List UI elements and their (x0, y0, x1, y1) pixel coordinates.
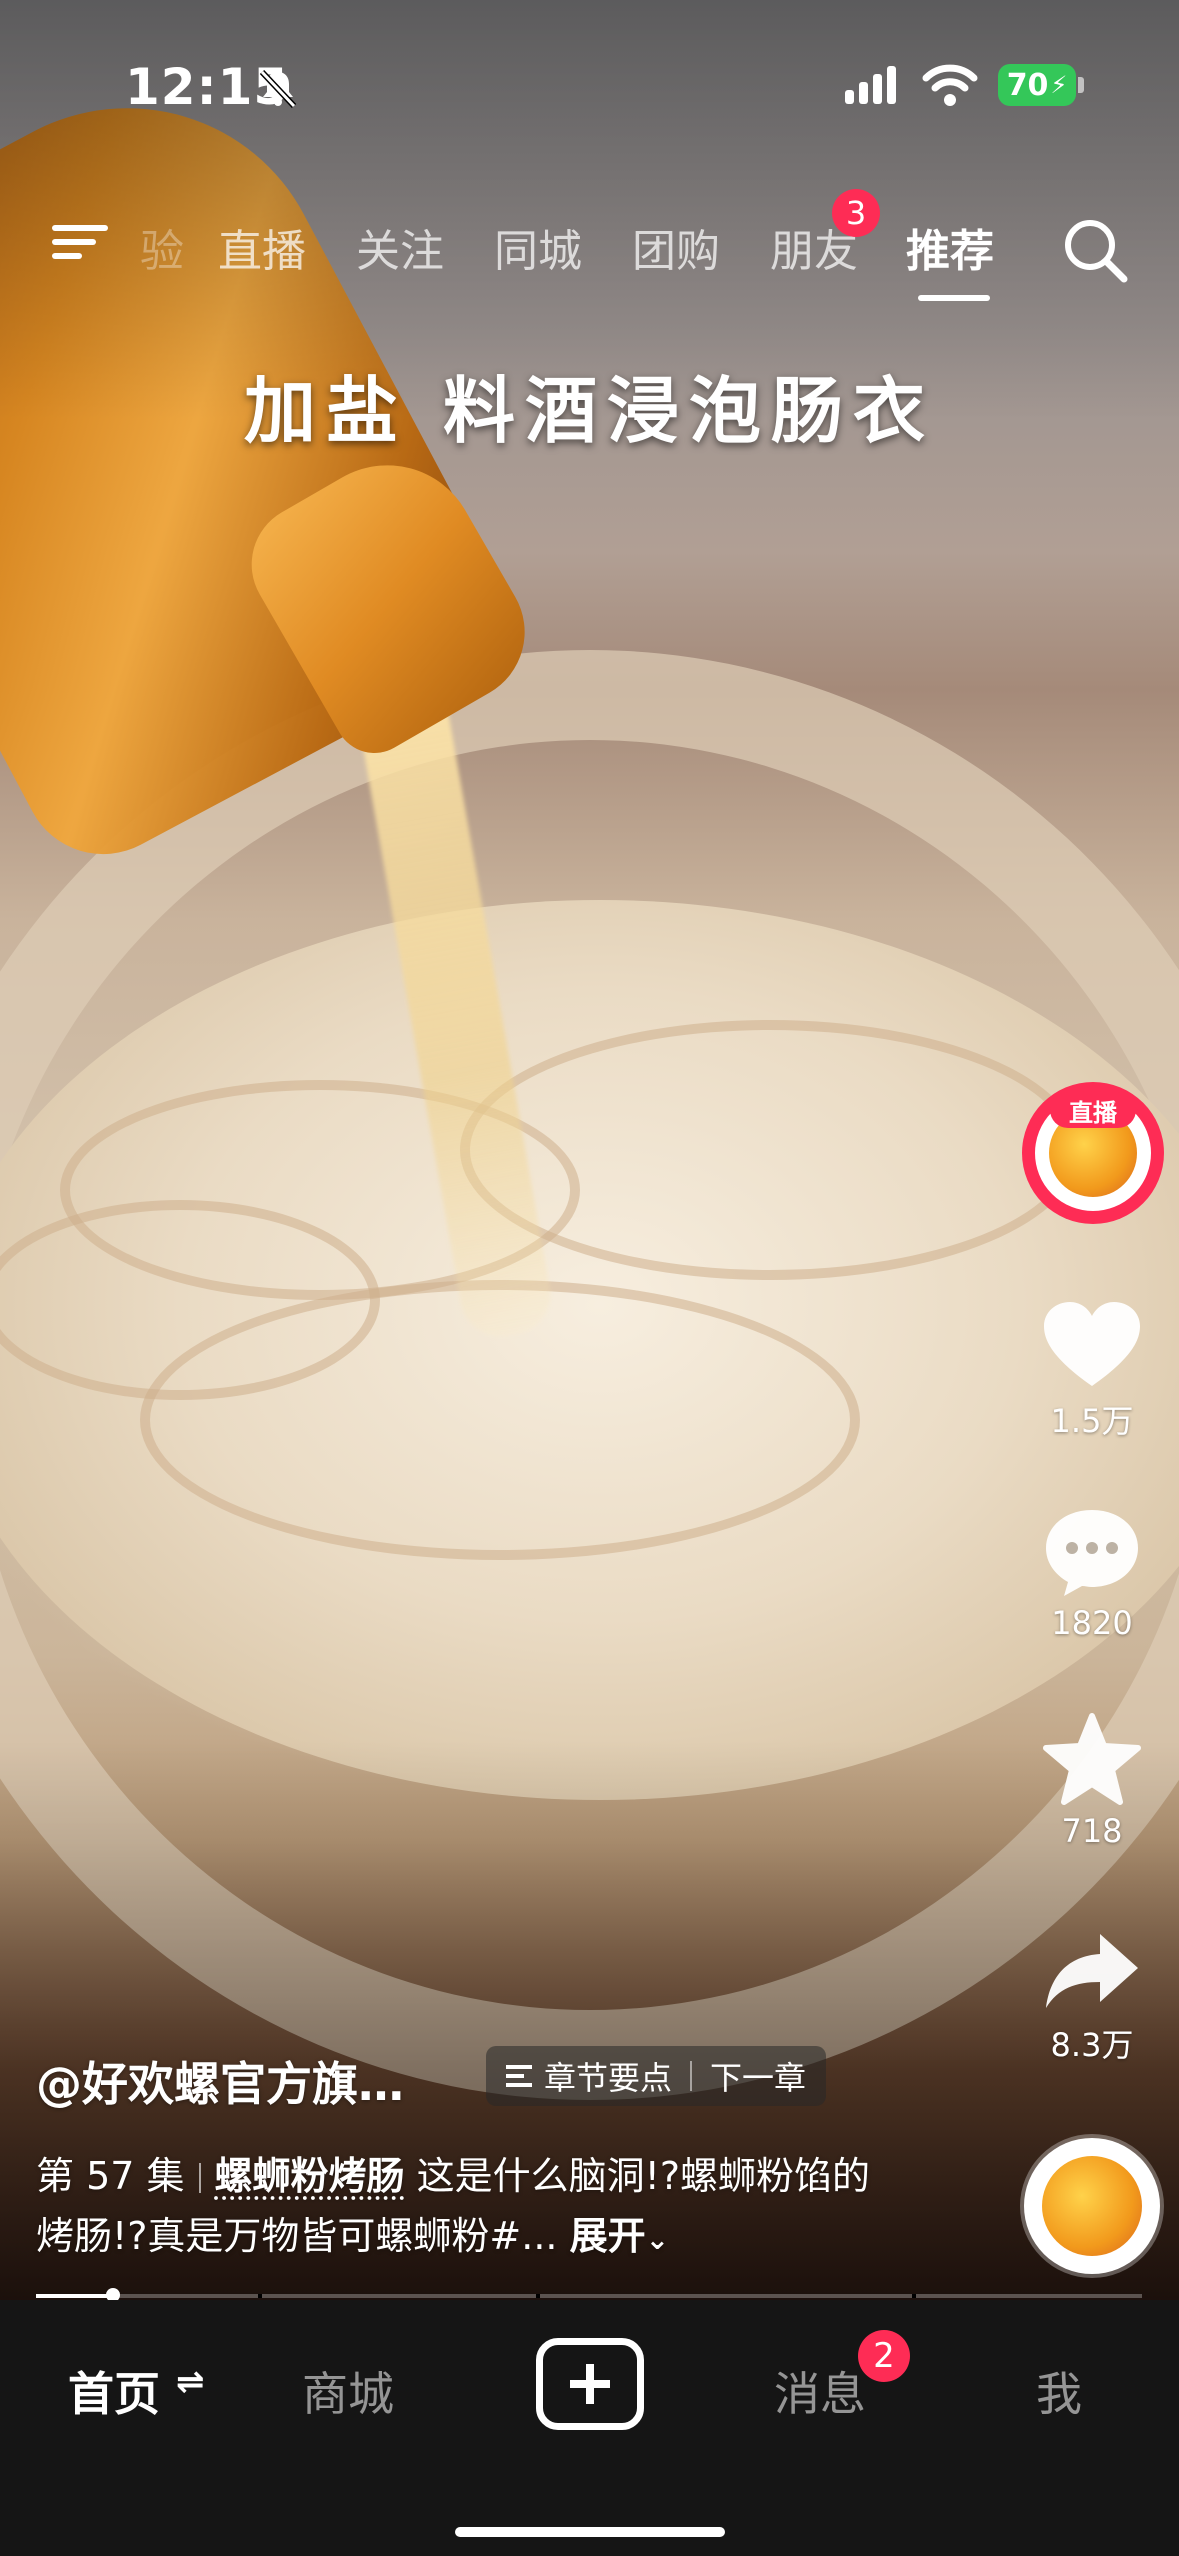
tab-following[interactable]: 关注 (356, 215, 444, 279)
progress-fill (36, 2294, 114, 2298)
food-strand (460, 1020, 1080, 1280)
status-bar: 12:15 70 ⚡ (0, 0, 1179, 150)
chapter-marker (536, 2294, 540, 2298)
episode-number: 第 57 集 (36, 2154, 185, 2198)
comment-count: 1820 (1051, 1604, 1133, 1642)
favorite-button[interactable]: 718 (1030, 1712, 1154, 1850)
expand-button[interactable]: 展开 (570, 2214, 646, 2258)
switch-feed-icon[interactable]: ⇌ (176, 2362, 205, 2402)
live-tag: 直播 (1050, 1092, 1136, 1128)
chapter-marker (258, 2294, 262, 2298)
bowl-content (0, 900, 1179, 1800)
cellular-signal-icon (845, 66, 901, 104)
comment-button[interactable]: 1820 (1030, 1506, 1154, 1642)
tab-group-buy[interactable]: 团购 (632, 215, 720, 279)
menu-icon[interactable] (52, 217, 114, 267)
video-description[interactable]: 第 57 集螺蛳粉烤肠 这是什么脑洞!?螺蛳粉馅的烤肠!?真是万物皆可螺蛳粉#.… (36, 2146, 896, 2270)
share-count: 8.3万 (1050, 2026, 1134, 2064)
home-indicator (455, 2527, 725, 2537)
tab-recommended[interactable]: 推荐 (906, 215, 994, 279)
tab-mall[interactable]: 商城 (302, 2358, 394, 2424)
chevron-down-icon[interactable]: ⌄ (646, 2223, 669, 2256)
tab-me[interactable]: 我 (1036, 2358, 1082, 2424)
tab-home[interactable]: 首页 (68, 2358, 160, 2424)
heart-icon (1044, 1302, 1140, 1386)
chapter-marker (912, 2294, 916, 2298)
collection-link[interactable]: 螺蛳粉烤肠 (215, 2154, 405, 2198)
next-chapter-label[interactable]: 下一章 (710, 2053, 806, 2099)
search-icon[interactable] (1060, 215, 1130, 285)
comment-icon (1046, 1510, 1138, 1596)
pill-divider (690, 2061, 693, 2091)
battery-nub (1078, 77, 1084, 93)
wifi-icon (922, 64, 978, 106)
video-progress-bar[interactable] (36, 2288, 1142, 2302)
share-button[interactable]: 8.3万 (1030, 1930, 1154, 2066)
silent-bell-icon (259, 69, 297, 109)
tab-partial[interactable]: 验 (140, 215, 184, 279)
like-button[interactable]: 1.5万 (1030, 1300, 1154, 1442)
star-icon (1043, 1713, 1141, 1805)
chapter-pill[interactable]: 章节要点 下一章 (486, 2046, 827, 2106)
plus-icon (570, 2364, 610, 2404)
chapter-points-label[interactable]: 章节要点 (544, 2053, 672, 2099)
active-tab-indicator (918, 295, 990, 301)
share-arrow-icon (1046, 1934, 1138, 2008)
like-count: 1.5万 (1050, 1402, 1134, 1440)
tab-live[interactable]: 直播 (218, 215, 306, 279)
tab-nearby[interactable]: 同城 (494, 215, 582, 279)
music-cover-icon (1042, 2156, 1142, 2256)
messages-badge: 2 (858, 2330, 910, 2382)
favorite-count: 718 (1061, 1812, 1123, 1850)
list-icon (506, 2065, 532, 2087)
top-nav: 验 直播 关注 同城 团购 朋友 3 推荐 (0, 189, 1179, 305)
battery-level: 70 (1006, 67, 1049, 103)
tab-messages[interactable]: 消息 (774, 2358, 866, 2424)
friends-badge: 3 (832, 189, 880, 237)
bottom-tab-bar: 首页 ⇌ 商城 消息 2 我 (0, 2300, 1179, 2556)
episode-divider (198, 2163, 201, 2193)
video-player[interactable] (0, 0, 1179, 2300)
music-disc[interactable] (1024, 2138, 1160, 2274)
battery-indicator: 70 ⚡ (998, 64, 1076, 106)
create-button[interactable] (536, 2338, 644, 2430)
author-name[interactable]: @好欢螺官方旗… (36, 2048, 404, 2114)
video-caption: 加盐 料酒浸泡肠衣 (243, 368, 936, 453)
